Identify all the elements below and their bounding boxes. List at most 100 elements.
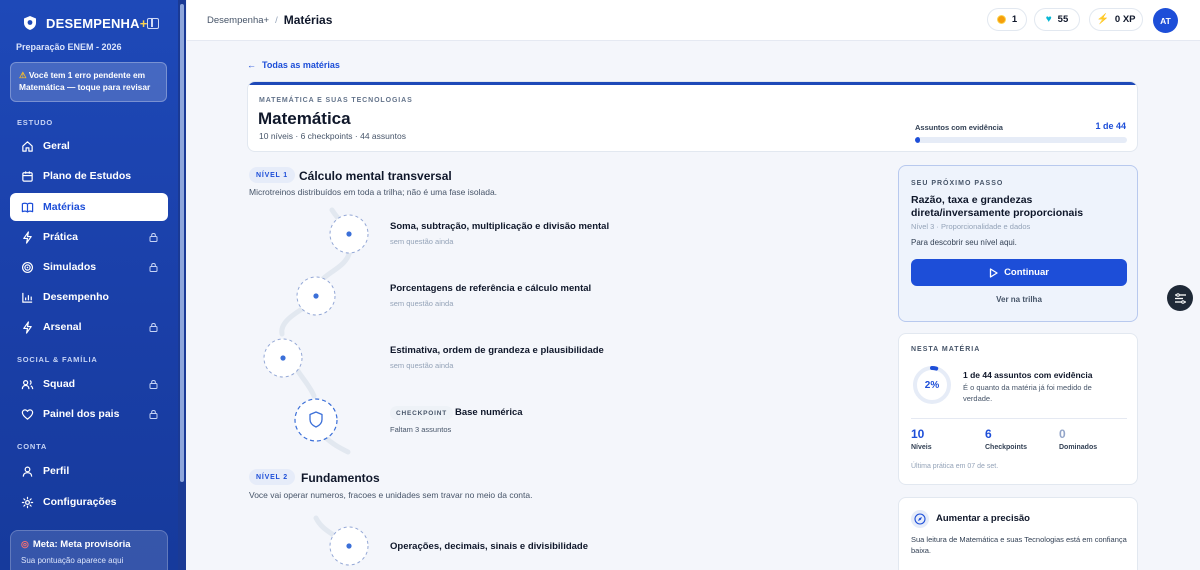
target-icon: ◎	[21, 539, 29, 549]
checkpoint-name[interactable]: Base numérica	[455, 407, 523, 418]
goal-subtitle: Sua pontuação aparece aqui	[21, 556, 124, 565]
goal-title: Meta: Meta provisória	[32, 539, 131, 550]
sidebar-item-materias[interactable]: Matérias	[10, 193, 168, 221]
users-icon	[20, 377, 34, 391]
sidebar-item-arsenal[interactable]: Arsenal	[10, 313, 168, 341]
topic-status: sem questão ainda	[390, 299, 454, 308]
sidebar: DESEMPENHA+ Preparação ENEM - 2026 ⚠ Voc…	[0, 0, 186, 570]
sidebar-subtitle: Preparação ENEM - 2026	[16, 42, 122, 52]
bolt-icon	[20, 320, 34, 334]
lock-icon	[149, 233, 158, 242]
precision-title: Aumentar a precisão	[936, 513, 1030, 524]
goal-card[interactable]: ◎ Meta: Meta provisória Sua pontuação apa…	[10, 530, 168, 570]
bar-chart-icon	[20, 290, 34, 304]
progress-label: Assuntos com evidência	[915, 123, 1003, 132]
next-step-label: SEU PRÓXIMO PASSO	[911, 180, 1004, 187]
sidebar-item-plano[interactable]: Plano de Estudos	[10, 162, 168, 190]
next-step-card: SEU PRÓXIMO PASSO Razão, taxa e grandeza…	[898, 165, 1138, 322]
stat-mastered-label: Dominados	[1059, 444, 1098, 451]
next-step-hint: Para descobrir seu nível aqui.	[911, 238, 1017, 247]
sidebar-item-label: Painel dos pais	[43, 408, 120, 420]
section-conta: CONTA	[17, 442, 48, 451]
heart-icon	[20, 407, 34, 421]
sidebar-item-configuracoes[interactable]: Configurações	[10, 488, 168, 516]
topic-name[interactable]: Operações, decimais, sinais e divisibili…	[390, 541, 588, 552]
brand[interactable]: DESEMPENHA+	[22, 15, 148, 31]
breadcrumb: Desempenha+ / Matérias	[207, 13, 333, 27]
sidebar-item-geral[interactable]: Geral	[10, 132, 168, 160]
avatar[interactable]: AT	[1153, 8, 1178, 33]
sidebar-item-label: Squad	[43, 378, 76, 390]
checkpoint-badge: CHECKPOINT	[390, 406, 453, 420]
back-to-all-subjects-link[interactable]: ← Todas as matérias	[247, 60, 340, 70]
play-icon	[989, 267, 998, 278]
sidebar-item-desempenho[interactable]: Desempenho	[10, 283, 168, 311]
topic-name[interactable]: Estimativa, ordem de grandeza e plausibi…	[390, 345, 604, 356]
subject-meta: 10 níveis · 6 checkpoints · 44 assuntos	[259, 131, 406, 141]
book-icon	[20, 200, 34, 214]
checkpoint-status: Faltam 3 assuntos	[390, 425, 452, 434]
subject-header-card: MATEMÁTICA E SUAS TECNOLOGIAS Matemática…	[247, 81, 1138, 152]
next-step-title: Razão, taxa e grandezas direta/inversame…	[911, 194, 1084, 219]
sidebar-item-label: Arsenal	[43, 321, 82, 333]
sidebar-item-pratica[interactable]: Prática	[10, 223, 168, 251]
stat-checkpoints-label: Checkpoints	[985, 444, 1028, 451]
topic-status: sem questão ainda	[390, 237, 454, 246]
section-social: SOCIAL & FAMÍLIA	[17, 355, 98, 364]
warning-icon: ⚠	[19, 70, 27, 80]
subject-area: MATEMÁTICA E SUAS TECNOLOGIAS	[259, 97, 413, 104]
logo-icon	[24, 16, 36, 30]
coin-icon	[996, 15, 1006, 24]
floating-menu-button[interactable]	[1167, 285, 1193, 311]
stat-levels-label: Níveis	[911, 444, 932, 451]
sidebar-item-label: Geral	[43, 140, 70, 152]
stats-main: 1 de 44 assuntos com evidência	[963, 370, 1093, 380]
compass-icon	[911, 510, 929, 528]
learning-path	[263, 207, 369, 566]
sidebar-item-squad[interactable]: Squad	[10, 370, 168, 398]
sidebar-item-perfil[interactable]: Perfil	[10, 457, 168, 485]
sidebar-item-label: Simulados	[43, 261, 97, 273]
progress-fill	[915, 137, 921, 143]
precision-text: Sua leitura de Matemática e suas Tecnolo…	[911, 535, 1127, 555]
arrow-left-icon: ←	[247, 60, 256, 70]
section-estudo: ESTUDO	[17, 118, 54, 127]
calendar-icon	[20, 169, 34, 183]
sidebar-item-label: Prática	[43, 231, 79, 243]
xp-pill[interactable]: ⚡ 0 XP	[1089, 8, 1143, 31]
level-badge: NÍVEL 1	[249, 167, 295, 183]
topic-node[interactable]	[263, 338, 303, 378]
page-title: Matérias	[283, 13, 333, 27]
gems-pill[interactable]: ♥ 55	[1034, 8, 1080, 31]
checkpoint-node[interactable]	[294, 398, 338, 442]
topic-node[interactable]	[296, 276, 336, 316]
progress-bar	[915, 137, 1127, 143]
sidebar-scrollbar[interactable]	[178, 0, 186, 570]
topic-name[interactable]: Soma, subtração, multiplicação e divisão…	[390, 221, 609, 232]
stats-label: NESTA MATÉRIA	[911, 346, 981, 353]
sidebar-item-simulados[interactable]: Simulados	[10, 253, 168, 281]
topic-name[interactable]: Porcentagens de referência e cálculo men…	[390, 283, 591, 294]
subject-title: Matemática	[258, 109, 351, 128]
stat-mastered-value: 0	[1059, 427, 1066, 441]
sidebar-item-label: Plano de Estudos	[43, 170, 132, 182]
precision-card[interactable]: Aumentar a precisão Sua leitura de Matem…	[898, 497, 1138, 570]
continue-button[interactable]: Continuar	[911, 259, 1127, 286]
gem-icon: ♥	[1045, 14, 1052, 25]
sidebar-item-label: Configurações	[43, 496, 117, 508]
lock-icon	[149, 410, 158, 419]
level-description: Microtreinos distribuídos em toda a tril…	[249, 187, 498, 197]
level-badge: NÍVEL 2	[249, 469, 295, 485]
coins-pill[interactable]: 1	[987, 8, 1027, 31]
topbar: Desempenha+ / Matérias 1 ♥ 55 ⚡ 0 XP AT	[187, 0, 1200, 41]
lightning-icon: ⚡	[1096, 14, 1109, 25]
topic-node[interactable]	[329, 214, 369, 254]
breadcrumb-parent[interactable]: Desempenha+	[207, 15, 269, 26]
sidebar-collapse-icon[interactable]	[147, 18, 159, 29]
sidebar-item-label: Desempenho	[43, 291, 109, 303]
topic-node[interactable]	[329, 526, 369, 566]
pending-error-alert[interactable]: ⚠ Você tem 1 erro pendente em Matemática…	[10, 62, 167, 102]
brand-name: DESEMPENHA+	[46, 15, 148, 31]
sidebar-item-painel-pais[interactable]: Painel dos pais	[10, 400, 168, 428]
view-in-path-link[interactable]: Ver na trilha	[911, 295, 1127, 304]
